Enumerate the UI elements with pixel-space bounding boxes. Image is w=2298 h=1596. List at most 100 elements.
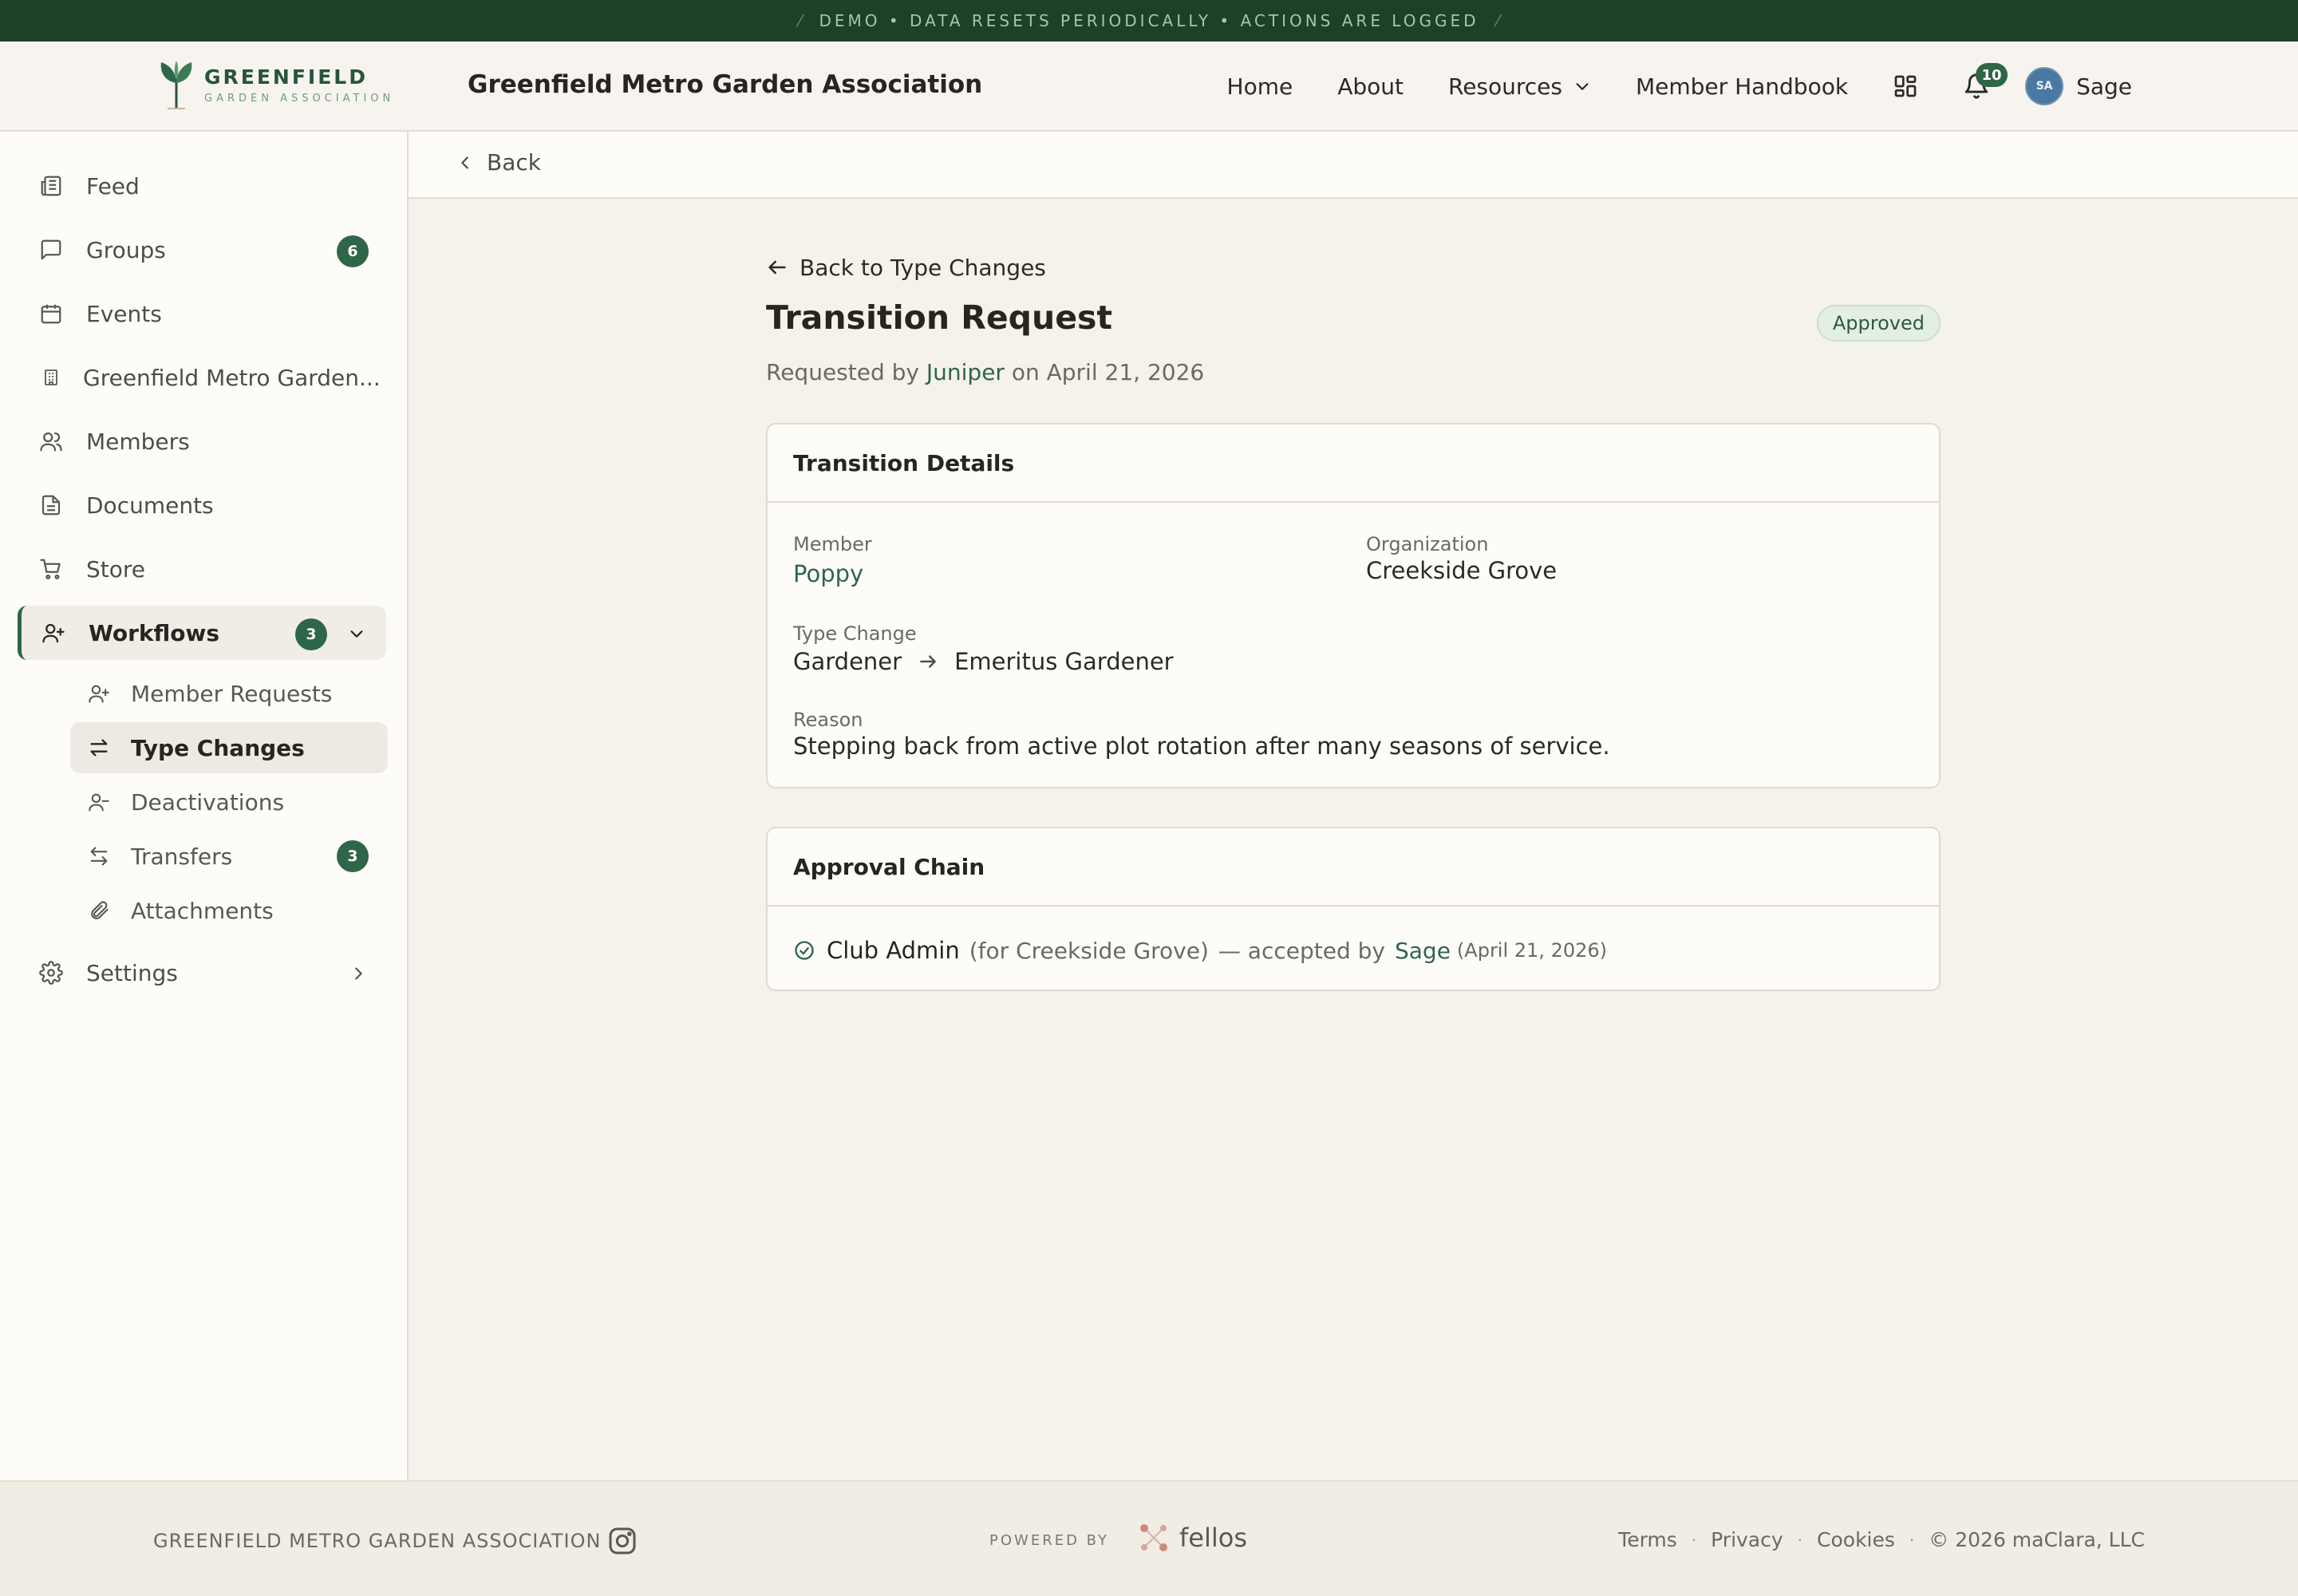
logo-title: GREENFIELD: [204, 65, 368, 89]
footer-cookies-link[interactable]: Cookies: [1817, 1528, 1895, 1551]
type-change-value: Gardener Emeritus Gardener: [793, 648, 1174, 675]
sidebar-item-label: Members: [86, 428, 190, 455]
gear-icon: [39, 961, 63, 985]
logo-subtitle: GARDEN ASSOCIATION: [204, 92, 395, 105]
groups-count-badge: 6: [337, 235, 369, 267]
sidebar-subitem-deactivations[interactable]: Deactivations: [70, 776, 388, 828]
building-icon: [45, 369, 57, 385]
notifications-button[interactable]: 10: [1963, 63, 2008, 100]
calendar-icon: [41, 304, 61, 324]
sidebar-subitem-label: Transfers: [131, 843, 233, 870]
arrow-left-icon: [768, 260, 786, 275]
status-badge: Approved: [1816, 305, 1941, 342]
page-title: Transition Request: [766, 298, 1113, 337]
sidebar-subitem-attachments[interactable]: Attachments: [70, 885, 388, 936]
requester-link[interactable]: Juniper: [926, 359, 1005, 385]
approver-link[interactable]: Sage: [1395, 938, 1451, 964]
newspaper-icon: [41, 176, 61, 196]
sidebar-item-label: Events: [86, 300, 162, 327]
sidebar-subitem-label: Type Changes: [131, 734, 305, 761]
sidebar-item-events[interactable]: Events: [19, 286, 388, 341]
accepted-text: — accepted by: [1218, 937, 1385, 964]
footer-privacy-link[interactable]: Privacy: [1711, 1528, 1783, 1551]
workflows-count-badge: 3: [295, 618, 327, 650]
type-change-label: Type Change: [793, 622, 917, 645]
sidebar-item-label: Greenfield Metro Garden...: [83, 364, 381, 391]
footer-links: Terms · Privacy · Cookies · © 2026 maCla…: [1618, 1528, 2145, 1551]
user-name: Sage: [2076, 73, 2132, 100]
reason-value: Stepping back from active plot rotation …: [793, 733, 1610, 760]
back-button-label: Back: [487, 149, 541, 176]
instagram-icon: [609, 1527, 636, 1555]
organization-value: Creekside Grove: [1366, 557, 1558, 584]
approver-role: Club Admin: [827, 937, 960, 964]
back-to-type-changes-link[interactable]: Back to Type Changes: [766, 239, 1941, 295]
back-link-label: Back to Type Changes: [800, 254, 1046, 281]
transition-details-card: Transition Details Member Poppy Organiza…: [766, 423, 1941, 788]
sidebar-subitem-label: Attachments: [131, 897, 274, 924]
apps-grid-icon: [1894, 75, 1917, 97]
sidebar-subitem-member-requests[interactable]: Member Requests: [70, 668, 388, 719]
instagram-link[interactable]: [606, 1525, 638, 1557]
requested-prefix: Requested by: [766, 359, 919, 385]
user-menu[interactable]: SA Sage: [2025, 67, 2132, 105]
member-link[interactable]: Poppy: [793, 560, 863, 587]
user-plus-icon: [89, 685, 109, 703]
reason-label: Reason: [793, 709, 863, 731]
document-icon: [41, 495, 61, 516]
footer: GREENFIELD METRO GARDEN ASSOCIATION POWE…: [0, 1480, 2298, 1596]
fellos-logo-icon: [1140, 1524, 1167, 1551]
nav-about[interactable]: About: [1337, 73, 1404, 100]
fellos-brand[interactable]: fellos: [1138, 1522, 1247, 1554]
transfers-count-badge: 3: [337, 840, 369, 872]
approval-date: (April 21, 2026): [1456, 939, 1608, 962]
sidebar-item-organization[interactable]: Greenfield Metro Garden...: [19, 350, 388, 405]
nav-resources[interactable]: Resources: [1448, 73, 1591, 100]
logo[interactable]: GREENFIELD GARDEN ASSOCIATION: [156, 59, 394, 110]
back-bar: Back: [409, 132, 2298, 199]
footer-copyright: © 2026 maClara, LLC: [1929, 1528, 2145, 1551]
member-label: Member: [793, 533, 872, 555]
approval-chain-card: Approval Chain Club Admin (for Creekside…: [766, 827, 1941, 991]
footer-terms-link[interactable]: Terms: [1618, 1528, 1677, 1551]
sidebar-subitem-transfers[interactable]: Transfers 3: [70, 831, 388, 882]
transfer-icon: [90, 847, 108, 866]
footer-separator: ·: [1909, 1530, 1915, 1550]
from-type: Gardener: [793, 648, 902, 675]
demo-banner: ⁄ DEMO • DATA RESETS PERIODICALLY • ACTI…: [0, 0, 2298, 41]
approver-scope: (for Creekside Grove): [969, 937, 1209, 964]
sidebar-item-workflows[interactable]: Workflows 3: [18, 606, 386, 660]
requested-line: Requested by Juniper on April 21, 2026: [766, 359, 1941, 385]
sidebar-item-members[interactable]: Members: [19, 414, 388, 468]
sidebar-subitem-type-changes[interactable]: Type Changes: [70, 722, 388, 773]
sidebar-item-store[interactable]: Store: [19, 542, 388, 596]
sidebar-item-label: Documents: [86, 492, 214, 519]
main-content: Back to Type Changes Transition Request …: [766, 239, 1941, 991]
requested-date: on April 21, 2026: [1011, 359, 1205, 385]
nav-home[interactable]: Home: [1227, 73, 1293, 100]
org-title: Greenfield Metro Garden Association: [468, 70, 983, 99]
fellos-brand-name: fellos: [1179, 1523, 1247, 1553]
nav-about-label: About: [1337, 73, 1404, 100]
check-circle-icon: [795, 941, 814, 960]
nav-handbook-label: Member Handbook: [1636, 73, 1849, 100]
sidebar-item-settings[interactable]: Settings: [19, 946, 388, 1000]
powered-by-label: POWERED BY: [989, 1532, 1110, 1549]
sidebar-item-feed[interactable]: Feed: [19, 159, 388, 213]
paperclip-icon: [91, 901, 109, 919]
footer-separator: ·: [1691, 1530, 1697, 1550]
card-title: Transition Details: [793, 449, 1015, 476]
apps-button[interactable]: [1893, 73, 1918, 99]
sprout-logo-icon: [160, 61, 192, 109]
sidebar-item-groups[interactable]: Groups 6: [19, 223, 388, 277]
cart-icon: [40, 559, 61, 579]
top-nav: Home About Resources Member Handbook 10 …: [1227, 63, 2132, 109]
sidebar-subitem-label: Member Requests: [131, 680, 333, 707]
nav-member-handbook[interactable]: Member Handbook: [1636, 73, 1848, 100]
arrow-right-icon: [920, 655, 936, 668]
back-button[interactable]: Back: [456, 149, 541, 176]
sidebar-item-documents[interactable]: Documents: [19, 478, 388, 532]
sidebar-item-label: Feed: [86, 172, 140, 200]
top-header: GREENFIELD GARDEN ASSOCIATION Greenfield…: [0, 41, 2298, 132]
sidebar-item-label: Workflows: [89, 619, 220, 646]
